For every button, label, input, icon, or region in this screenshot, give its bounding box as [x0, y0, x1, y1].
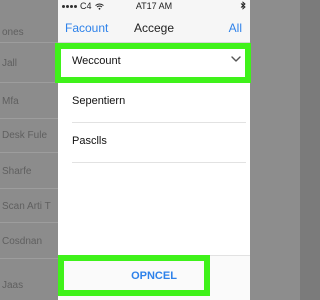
list-divider — [0, 42, 58, 43]
background-list-item: Desk Fule — [2, 130, 48, 141]
background-list-item: Sharfe — [2, 166, 32, 177]
background-list: ones Jall Mfa Desk Fule Sharfe Scan Arti… — [0, 0, 58, 300]
background-list-item: Jaas — [2, 280, 24, 291]
list-divider — [0, 152, 58, 153]
all-button[interactable]: All — [229, 21, 242, 35]
status-time: AT17 AM — [135, 1, 173, 11]
status-right — [240, 1, 246, 12]
option-item-pasclls[interactable]: Pasclls — [72, 122, 246, 163]
background-list-item: Scan Arti T — [2, 201, 51, 212]
screen: ones Jall Mfa Desk Fule Sharfe Scan Arti… — [0, 0, 300, 300]
option-label: Pasclls — [72, 135, 107, 147]
list-divider — [0, 118, 58, 119]
list-divider — [0, 222, 58, 223]
highlight-box-cancel-button — [58, 255, 210, 296]
background-list-item: Cosdnan — [2, 236, 43, 247]
list-divider — [0, 258, 58, 259]
background-list-item: Jall — [2, 58, 18, 69]
bluetooth-icon — [240, 1, 246, 10]
background-list-item: Mfa — [2, 96, 19, 107]
status-bar: C4 AT17 AM — [58, 0, 250, 12]
list-divider — [0, 188, 58, 189]
background-list-item: ones — [2, 27, 24, 38]
background-right-panel — [250, 0, 300, 300]
list-divider — [0, 82, 58, 83]
highlight-box-selected-option — [55, 43, 251, 83]
option-label: Sepentiern — [72, 95, 126, 107]
page-title: Accege — [133, 21, 175, 35]
navigation-bar: Facount Accege All — [58, 12, 250, 43]
option-item-sepentiern[interactable]: Sepentiern — [72, 82, 246, 123]
